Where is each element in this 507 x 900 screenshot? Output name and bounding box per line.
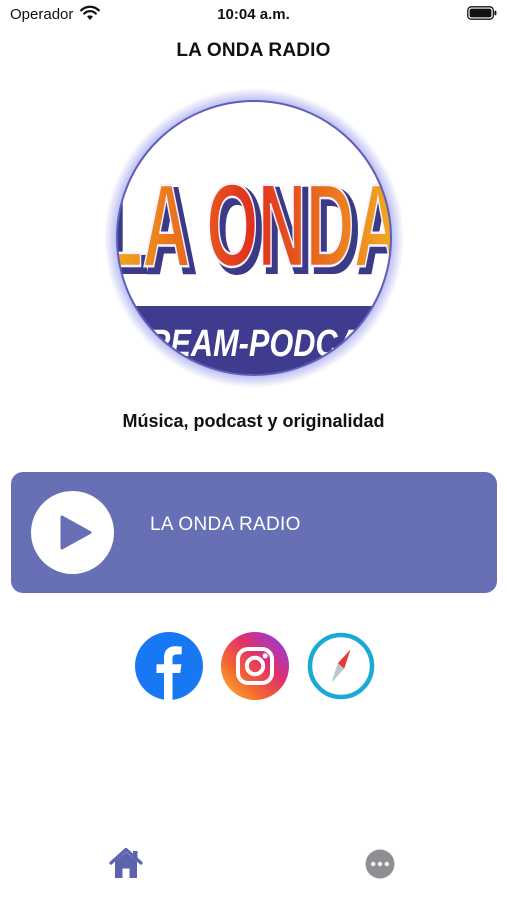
station-name: LA ONDA RADIO bbox=[150, 514, 301, 535]
status-time: 10:04 a.m. bbox=[217, 6, 290, 23]
status-bar: Operador 10:04 a.m. bbox=[0, 0, 507, 28]
tab-bar bbox=[0, 830, 507, 900]
compass-icon bbox=[307, 632, 375, 700]
logo-line1: LA ONDA bbox=[104, 160, 402, 292]
player-card[interactable]: LA ONDA RADIO bbox=[11, 472, 497, 593]
play-button[interactable] bbox=[31, 491, 114, 574]
website-button[interactable] bbox=[307, 632, 375, 700]
facebook-button[interactable] bbox=[135, 632, 203, 700]
page-title: LA ONDA RADIO bbox=[176, 40, 331, 61]
social-links bbox=[135, 632, 375, 700]
battery-icon bbox=[467, 6, 497, 20]
home-icon[interactable] bbox=[108, 846, 144, 880]
instagram-icon bbox=[236, 647, 274, 685]
play-icon bbox=[60, 515, 92, 550]
facebook-icon bbox=[156, 646, 182, 700]
station-tagline: Música, podcast y originalidad bbox=[122, 411, 385, 431]
instagram-button[interactable] bbox=[221, 632, 289, 700]
station-logo: LA ONDA LA ONDA STREAM-PODCAST bbox=[104, 88, 404, 388]
more-icon[interactable] bbox=[364, 848, 396, 880]
